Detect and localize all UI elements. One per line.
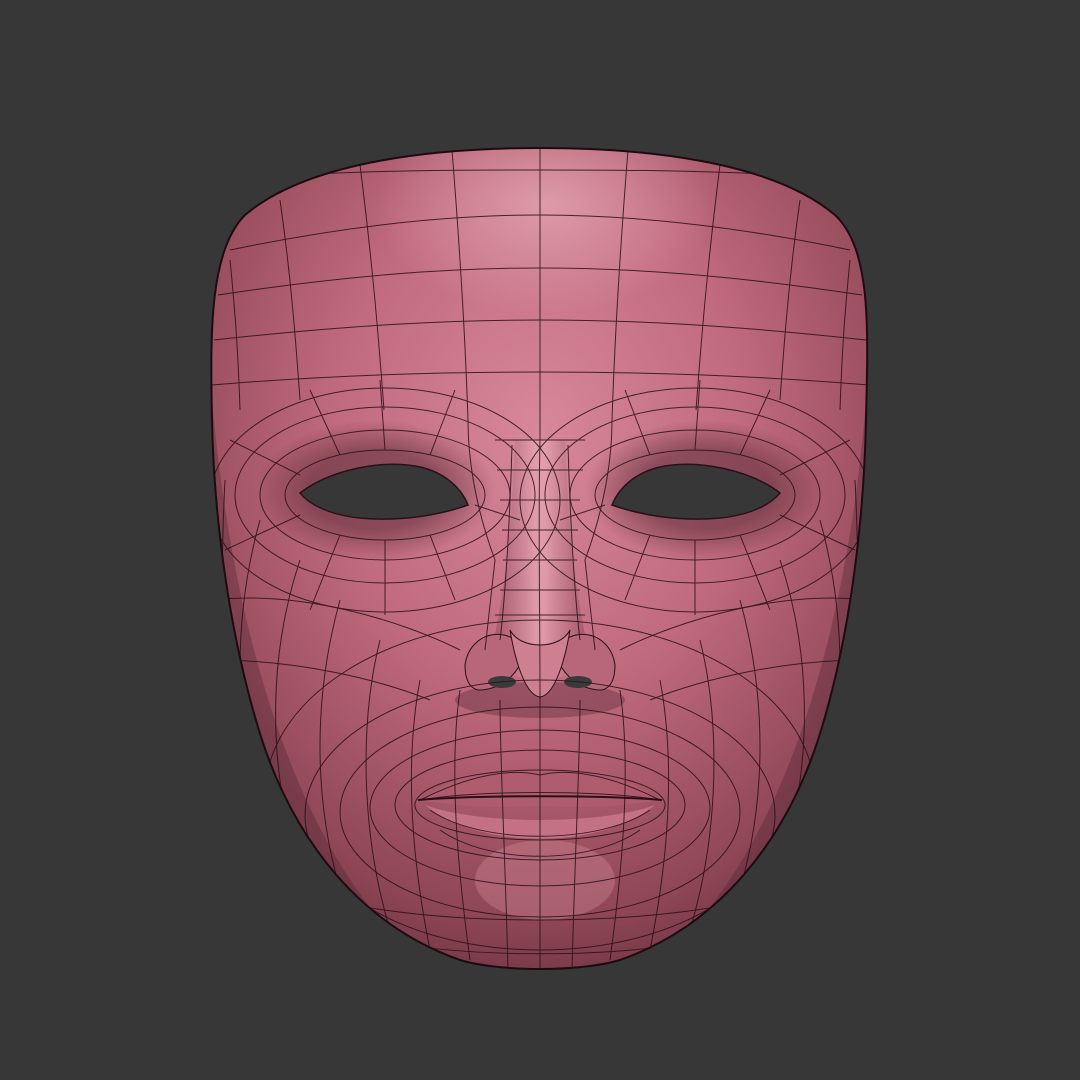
mask-render xyxy=(210,147,869,970)
3d-viewport[interactable] xyxy=(0,0,1080,1080)
